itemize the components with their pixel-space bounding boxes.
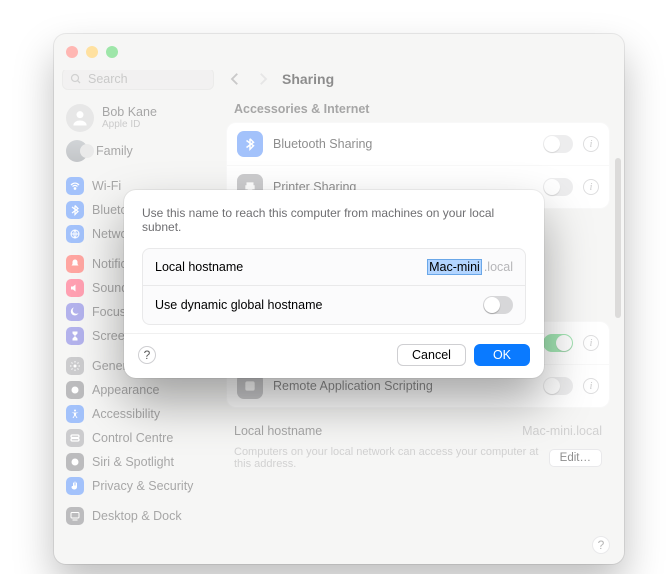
modal-label: Local hostname [155,260,243,274]
globe-icon [66,225,84,243]
sidebar-item-desktop[interactable]: Desktop & Dock [62,504,214,528]
toggle[interactable] [543,334,573,352]
nav-header: Sharing [226,70,610,94]
help-button[interactable]: ? [138,346,156,364]
info-icon[interactable]: i [583,136,599,152]
back-icon[interactable] [226,70,244,88]
info-icon[interactable]: i [583,378,599,394]
sidebar-item-label: Focus [92,305,126,319]
service-row-bluetooth-sharing[interactable]: Bluetooth Sharing i [227,123,609,165]
modal-footer: ? Cancel OK [124,333,544,378]
hostname-value: Mac-mini.local [522,424,602,438]
modal-row-hostname: Local hostname Mac-mini.local [143,249,525,285]
hostname-title: Local hostname [234,424,322,438]
sidebar-item-label: Appearance [92,383,159,397]
bluetooth-sharing-icon [237,131,263,157]
hostname-desc: Computers on your local network can acce… [234,446,539,470]
sidebar-user[interactable]: Bob Kane Apple ID [62,100,214,136]
family-icon [66,140,88,162]
speaker-icon [66,279,84,297]
dock-icon [66,507,84,525]
siri-icon [66,453,84,471]
sidebar-item-label: Siri & Spotlight [92,455,174,469]
traffic-close-icon[interactable] [66,46,78,58]
toggle[interactable] [543,377,573,395]
gear-icon [66,357,84,375]
search-placeholder: Search [88,72,128,86]
wifi-icon [66,177,84,195]
search-icon [70,73,82,85]
sidebar-family[interactable]: Family [62,136,214,166]
traffic-zoom-icon[interactable] [106,46,118,58]
sidebar-item-privacy[interactable]: Privacy & Security [62,474,214,498]
sidebar-item-label: Accessibility [92,407,160,421]
hostname-input-value: Mac-mini [427,259,482,275]
sidebar-item-label: Wi-Fi [92,179,121,193]
toggle[interactable] [543,135,573,153]
hostname-block: Local hostname Mac-mini.local Computers … [226,424,610,470]
hostname-edit-modal: Use this name to reach this computer fro… [124,190,544,378]
ok-button[interactable]: OK [474,344,530,366]
cancel-button[interactable]: Cancel [397,344,466,366]
scrollbar-track[interactable] [615,130,621,554]
moon-icon [66,303,84,321]
user-name: Bob Kane [102,106,157,120]
toggle[interactable] [483,296,513,314]
sidebar-item-label: Sound [92,281,128,295]
modal-hint: Use this name to reach this computer fro… [142,206,526,234]
section-label: Accessories & Internet [234,102,610,116]
accessibility-icon [66,405,84,423]
info-icon[interactable]: i [583,179,599,195]
switches-icon [66,429,84,447]
help-button[interactable]: ? [592,536,610,554]
bluetooth-icon [66,201,84,219]
user-sub: Apple ID [102,119,157,130]
edit-button[interactable]: Edit… [549,449,602,467]
info-icon[interactable]: i [583,335,599,351]
sidebar-item-accessibility[interactable]: Accessibility [62,402,214,426]
sidebar-item-label: Control Centre [92,431,173,445]
modal-row-dynamic: Use dynamic global hostname [143,285,525,324]
avatar-icon [66,104,94,132]
page-title: Sharing [282,71,334,87]
traffic-minimize-icon[interactable] [86,46,98,58]
hourglass-icon [66,327,84,345]
service-label: Remote Application Scripting [273,379,533,393]
modal-form: Local hostname Mac-mini.local Use dynami… [142,248,526,325]
forward-icon[interactable] [254,70,272,88]
hostname-input[interactable]: Mac-mini.local [427,259,513,275]
bell-icon [66,255,84,273]
sidebar-item-controlcentre[interactable]: Control Centre [62,426,214,450]
toggle[interactable] [543,178,573,196]
family-label: Family [96,144,133,158]
service-label: Bluetooth Sharing [273,137,533,151]
scrollbar-thumb[interactable] [615,158,621,318]
sidebar-item-label: Desktop & Dock [92,509,182,523]
search-input[interactable]: Search [62,70,214,90]
hand-icon [66,477,84,495]
modal-label: Use dynamic global hostname [155,298,322,312]
sidebar-item-appearance[interactable]: Appearance [62,378,214,402]
hostname-suffix: .local [484,260,513,274]
sidebar-group-desktop: Desktop & Dock [62,504,214,528]
appearance-icon [66,381,84,399]
sidebar-item-label: Privacy & Security [92,479,193,493]
titlebar [54,34,624,70]
sidebar-item-siri[interactable]: Siri & Spotlight [62,450,214,474]
